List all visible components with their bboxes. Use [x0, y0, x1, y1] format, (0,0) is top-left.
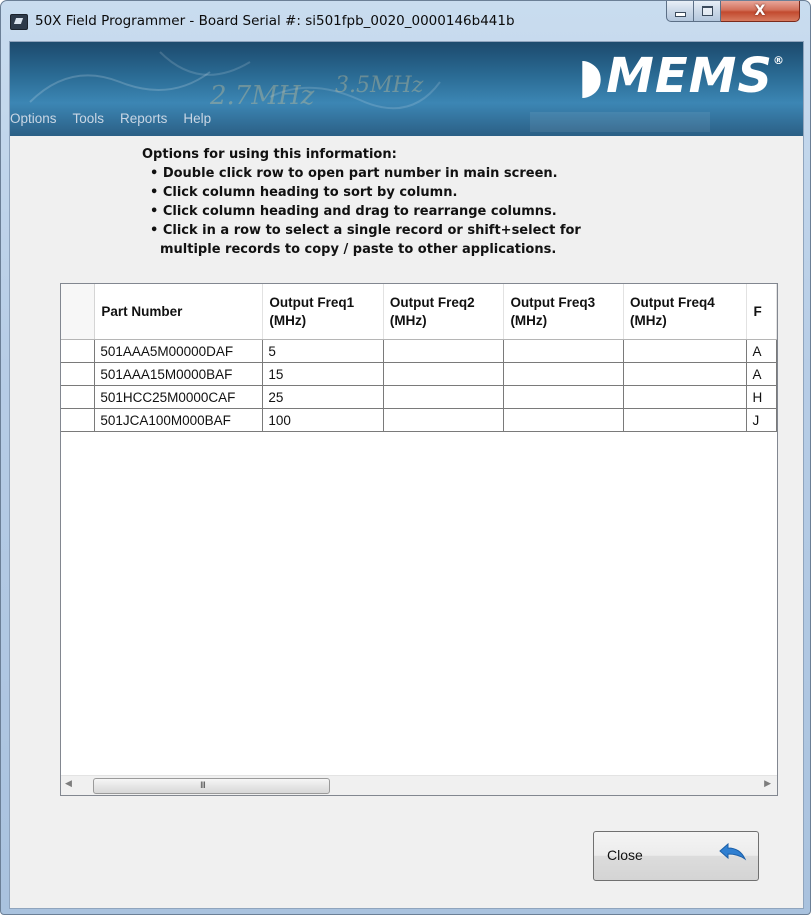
instructions-panel: Options for using this information: • Do… — [142, 145, 581, 259]
cell-output-freq4[interactable] — [623, 408, 748, 432]
cell-partial[interactable]: A — [746, 339, 777, 363]
scroll-right-arrow-icon[interactable]: ▶ — [764, 779, 771, 789]
row-header[interactable] — [61, 385, 96, 409]
cell-output-freq1[interactable]: 5 — [262, 339, 384, 363]
scroll-grip-icon: III — [200, 781, 206, 791]
cell-partial[interactable]: H — [746, 385, 777, 409]
registered-mark: ® — [773, 54, 785, 67]
logo-text: MEMS — [606, 48, 773, 104]
cell-output-freq1[interactable]: 100 — [262, 408, 384, 432]
back-arrow-icon — [719, 843, 747, 861]
menu-options[interactable]: Options — [10, 109, 65, 129]
scroll-left-arrow-icon[interactable]: ◀ — [65, 779, 72, 789]
banner-scribble-text-2: 2.7MHz — [209, 81, 315, 111]
header-banner: 2.7MHz 3.5MHz ◗MEMS® Options Tools Repor… — [10, 42, 803, 136]
instructions-title: Options for using this information: — [142, 147, 397, 162]
close-window-button[interactable]: X — [721, 1, 800, 22]
minimize-button[interactable] — [666, 1, 694, 22]
cell-part-number[interactable]: 501AAA5M00000DAF — [94, 339, 264, 363]
cell-output-freq3[interactable] — [503, 385, 625, 409]
cell-output-freq3[interactable] — [503, 362, 625, 386]
cell-output-freq2[interactable] — [383, 408, 505, 432]
parts-table: Part Number Output Freq1 (MHz) Output Fr… — [61, 284, 777, 432]
cell-output-freq2[interactable] — [383, 339, 505, 363]
cell-output-freq4[interactable] — [623, 385, 748, 409]
cell-part-number[interactable]: 501HCC25M0000CAF — [94, 385, 264, 409]
instruction-bullet: • Double click row to open part number i… — [150, 166, 558, 181]
row-header[interactable] — [61, 408, 96, 432]
maximize-icon — [701, 6, 713, 16]
header-row: Part Number Output Freq1 (MHz) Output Fr… — [61, 284, 777, 340]
column-header-output-freq1[interactable]: Output Freq1 (MHz) — [262, 284, 384, 340]
column-header-partial[interactable]: F — [746, 284, 777, 340]
column-header-part-number[interactable]: Part Number — [94, 284, 264, 340]
row-header[interactable] — [61, 362, 96, 386]
menu-bar: Options Tools Reports Help — [10, 109, 219, 129]
close-button[interactable]: Close — [593, 831, 759, 881]
instruction-bullet: • Click in a row to select a single reco… — [150, 223, 581, 238]
close-button-label: Close — [607, 847, 643, 863]
menu-tools[interactable]: Tools — [65, 109, 113, 129]
logo-mark-icon: ◗ — [577, 48, 605, 104]
mems-logo: ◗MEMS® — [578, 48, 785, 104]
table-row[interactable]: 501HCC25M0000CAF 25 H — [61, 385, 777, 409]
column-header-output-freq2[interactable]: Output Freq2 (MHz) — [383, 284, 505, 340]
cell-output-freq3[interactable] — [503, 339, 625, 363]
cell-part-number[interactable]: 501JCA100M000BAF — [94, 408, 264, 432]
menu-help[interactable]: Help — [175, 109, 219, 129]
cell-output-freq2[interactable] — [383, 362, 505, 386]
window-controls: X — [666, 1, 805, 23]
cell-output-freq2[interactable] — [383, 385, 505, 409]
main-content: 2.7MHz 3.5MHz ◗MEMS® Options Tools Repor… — [9, 41, 804, 909]
horizontal-scrollbar[interactable]: ◀ III ▶ — [61, 775, 777, 795]
cell-partial[interactable]: A — [746, 362, 777, 386]
instruction-bullet: • Click column heading and drag to rearr… — [150, 204, 557, 219]
row-header[interactable] — [61, 339, 96, 363]
row-header-corner[interactable] — [61, 284, 96, 340]
instruction-continuation: multiple records to copy / paste to othe… — [160, 242, 557, 257]
window-title: 50X Field Programmer - Board Serial #: s… — [35, 13, 515, 29]
app-icon[interactable] — [10, 14, 28, 30]
close-icon: X — [754, 3, 766, 19]
minimize-icon — [674, 11, 686, 17]
cell-output-freq3[interactable] — [503, 408, 625, 432]
parts-grid[interactable]: Part Number Output Freq1 (MHz) Output Fr… — [60, 283, 778, 796]
grid-viewport: Part Number Output Freq1 (MHz) Output Fr… — [61, 284, 777, 776]
scrollbar-thumb[interactable]: III — [93, 778, 330, 794]
cell-output-freq4[interactable] — [623, 362, 748, 386]
column-header-output-freq4[interactable]: Output Freq4 (MHz) — [623, 284, 748, 340]
menu-reports[interactable]: Reports — [112, 109, 175, 129]
cell-part-number[interactable]: 501AAA15M0000BAF — [94, 362, 264, 386]
cell-output-freq1[interactable]: 15 — [262, 362, 384, 386]
table-row[interactable]: 501JCA100M000BAF 100 J — [61, 408, 777, 432]
column-header-output-freq3[interactable]: Output Freq3 (MHz) — [503, 284, 625, 340]
app-window: 50X Field Programmer - Board Serial #: s… — [0, 0, 811, 915]
table-row[interactable]: 501AAA15M0000BAF 15 A — [61, 362, 777, 386]
cell-output-freq4[interactable] — [623, 339, 748, 363]
banner-scribble-text-1: 3.5MHz — [335, 73, 424, 98]
cell-partial[interactable]: J — [746, 408, 777, 432]
maximize-button[interactable] — [694, 1, 721, 22]
table-row[interactable]: 501AAA5M00000DAF 5 A — [61, 339, 777, 363]
instruction-bullet: • Click column heading to sort by column… — [150, 185, 458, 200]
title-bar[interactable]: 50X Field Programmer - Board Serial #: s… — [1, 1, 810, 41]
cell-output-freq1[interactable]: 25 — [262, 385, 384, 409]
